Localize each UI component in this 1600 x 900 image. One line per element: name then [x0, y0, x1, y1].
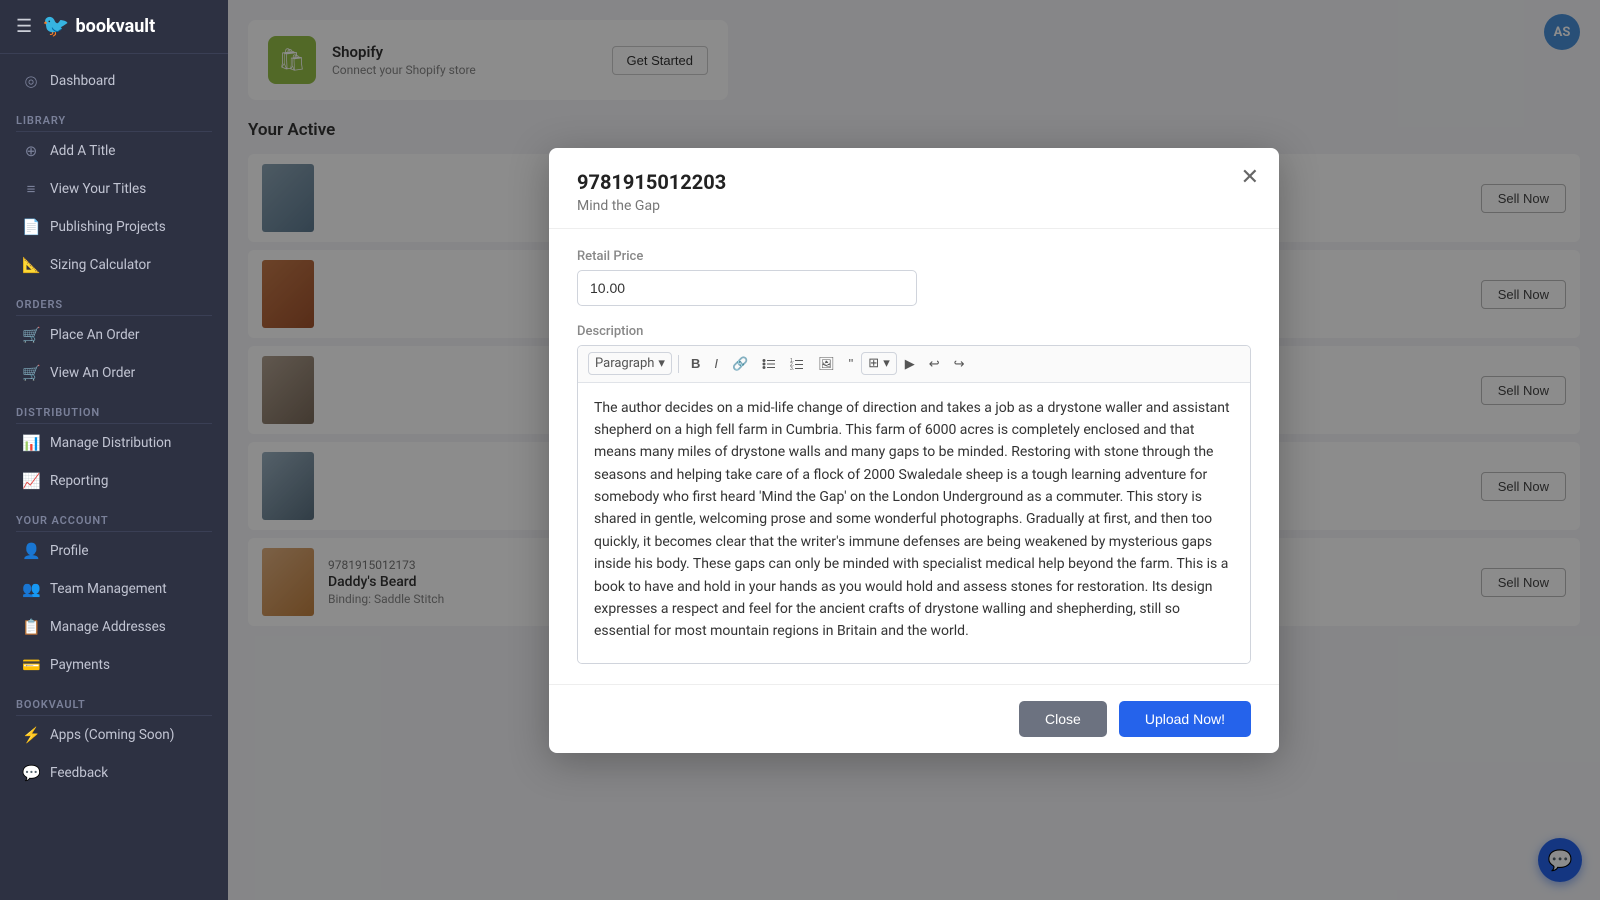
retail-price-label: Retail Price: [577, 249, 1251, 264]
manage-dist-icon: 📊: [22, 434, 40, 452]
profile-icon: 👤: [22, 542, 40, 560]
rich-text-editor: Paragraph ▾ B I 🔗 1.2.3. 🖼: [577, 345, 1251, 664]
modal-footer: Close Upload Now!: [549, 684, 1279, 753]
sidebar-section-distribution: Distribution: [0, 392, 228, 423]
reporting-icon: 📈: [22, 472, 40, 490]
sidebar-item-label: Dashboard: [50, 73, 115, 89]
sidebar-item-reporting[interactable]: 📈 Reporting: [6, 463, 222, 499]
sidebar-item-label: Manage Distribution: [50, 435, 171, 451]
rte-toolbar: Paragraph ▾ B I 🔗 1.2.3. 🖼: [578, 346, 1250, 383]
distribution-divider: [16, 423, 212, 424]
sidebar-section-bookvault: Bookvault: [0, 684, 228, 715]
library-divider: [16, 131, 212, 132]
bold-button[interactable]: B: [685, 352, 706, 375]
sidebar-item-dashboard[interactable]: ◎ Dashboard: [6, 63, 222, 99]
sidebar-item-payments[interactable]: 💳 Payments: [6, 647, 222, 683]
redo-button[interactable]: ↪: [948, 352, 971, 376]
modal-body: Retail Price Description Paragraph ▾ B I…: [549, 229, 1279, 684]
sidebar-item-apps[interactable]: ⚡ Apps (Coming Soon): [6, 717, 222, 753]
undo-button[interactable]: ↩: [923, 352, 946, 376]
paragraph-chevron: ▾: [658, 356, 665, 371]
description-content[interactable]: The author decides on a mid-life change …: [578, 383, 1250, 663]
menu-icon[interactable]: ☰: [16, 16, 32, 37]
brand-logo: 🐦 bookvault: [42, 14, 155, 39]
svg-text:3.: 3.: [790, 366, 794, 371]
account-divider: [16, 531, 212, 532]
table-select[interactable]: ⊞ ▾: [861, 352, 896, 375]
ordered-list-button[interactable]: 1.2.3.: [784, 353, 810, 375]
sidebar-item-label: Reporting: [50, 473, 108, 489]
sidebar-item-team-management[interactable]: 👥 Team Management: [6, 571, 222, 607]
bookvault-divider: [16, 715, 212, 716]
paragraph-label: Paragraph: [595, 356, 654, 371]
sidebar-item-manage-distribution[interactable]: 📊 Manage Distribution: [6, 425, 222, 461]
sidebar-item-manage-addresses[interactable]: 📋 Manage Addresses: [6, 609, 222, 645]
sidebar-item-publishing-projects[interactable]: 📄 Publishing Projects: [6, 209, 222, 245]
apps-icon: ⚡: [22, 726, 40, 744]
quote-button[interactable]: ": [843, 352, 860, 375]
modal-isbn: 9781915012203: [577, 170, 1251, 194]
team-icon: 👥: [22, 580, 40, 598]
brand-name: bookvault: [76, 16, 156, 37]
close-modal-button[interactable]: Close: [1019, 701, 1107, 737]
sidebar-item-label: Profile: [50, 543, 89, 559]
link-button[interactable]: 🔗: [726, 352, 754, 376]
addresses-icon: 📋: [22, 618, 40, 636]
orders-divider: [16, 315, 212, 316]
sizing-icon: 📐: [22, 256, 40, 274]
main-area: AS 🛍 Shopify Connect your Shopify store …: [228, 0, 1600, 900]
upload-now-button[interactable]: Upload Now!: [1119, 701, 1251, 737]
sidebar-item-label: Sizing Calculator: [50, 257, 151, 273]
sidebar-item-label: Payments: [50, 657, 110, 673]
sidebar-section-account: Your Account: [0, 500, 228, 531]
sidebar-item-view-titles[interactable]: ≡ View Your Titles: [6, 171, 222, 207]
retail-price-input[interactable]: [577, 270, 917, 306]
sidebar-item-feedback[interactable]: 💬 Feedback: [6, 755, 222, 791]
sidebar-header: ☰ 🐦 bookvault: [0, 0, 228, 54]
sidebar-item-add-title[interactable]: ⊕ Add A Title: [6, 133, 222, 169]
payments-icon: 💳: [22, 656, 40, 674]
sidebar-item-label: View Your Titles: [50, 181, 146, 197]
sidebar-item-profile[interactable]: 👤 Profile: [6, 533, 222, 569]
dashboard-icon: ◎: [22, 72, 40, 90]
sidebar-item-label: Manage Addresses: [50, 619, 166, 635]
modal-overlay: 9781915012203 Mind the Gap ✕ Retail Pric…: [228, 0, 1600, 900]
description-label: Description: [577, 324, 1251, 339]
sidebar-item-sizing-calculator[interactable]: 📐 Sizing Calculator: [6, 247, 222, 283]
sidebar: ☰ 🐦 bookvault ◎ Dashboard Library ⊕ Add …: [0, 0, 228, 900]
add-title-icon: ⊕: [22, 142, 40, 160]
sidebar-item-view-order[interactable]: 🛒 View An Order: [6, 355, 222, 391]
table-chevron: ▾: [883, 356, 890, 371]
play-button[interactable]: ▶: [899, 352, 921, 376]
sidebar-item-label: Place An Order: [50, 327, 139, 343]
sidebar-section-library: Library: [0, 100, 228, 131]
sidebar-item-label: Feedback: [50, 765, 108, 781]
modal-subtitle: Mind the Gap: [577, 198, 1251, 214]
sidebar-item-label: View An Order: [50, 365, 135, 381]
table-icon: ⊞: [868, 356, 879, 371]
modal-close-button[interactable]: ✕: [1241, 166, 1259, 188]
place-order-icon: 🛒: [22, 326, 40, 344]
modal: 9781915012203 Mind the Gap ✕ Retail Pric…: [549, 148, 1279, 753]
sidebar-section-orders: Orders: [0, 284, 228, 315]
sidebar-item-label: Add A Title: [50, 143, 115, 159]
toolbar-divider: [678, 355, 679, 373]
feedback-icon: 💬: [22, 764, 40, 782]
bullet-list-button[interactable]: [756, 353, 782, 375]
publishing-icon: 📄: [22, 218, 40, 236]
sidebar-item-label: Apps (Coming Soon): [50, 727, 174, 743]
paragraph-select[interactable]: Paragraph ▾: [588, 352, 672, 375]
bird-icon: 🐦: [42, 14, 69, 39]
view-titles-icon: ≡: [22, 180, 40, 198]
image-button[interactable]: 🖼: [812, 352, 841, 376]
italic-button[interactable]: I: [708, 352, 724, 375]
sidebar-item-place-order[interactable]: 🛒 Place An Order: [6, 317, 222, 353]
sidebar-item-label: Publishing Projects: [50, 219, 166, 235]
modal-header: 9781915012203 Mind the Gap ✕: [549, 148, 1279, 229]
sidebar-item-label: Team Management: [50, 581, 167, 597]
view-order-icon: 🛒: [22, 364, 40, 382]
